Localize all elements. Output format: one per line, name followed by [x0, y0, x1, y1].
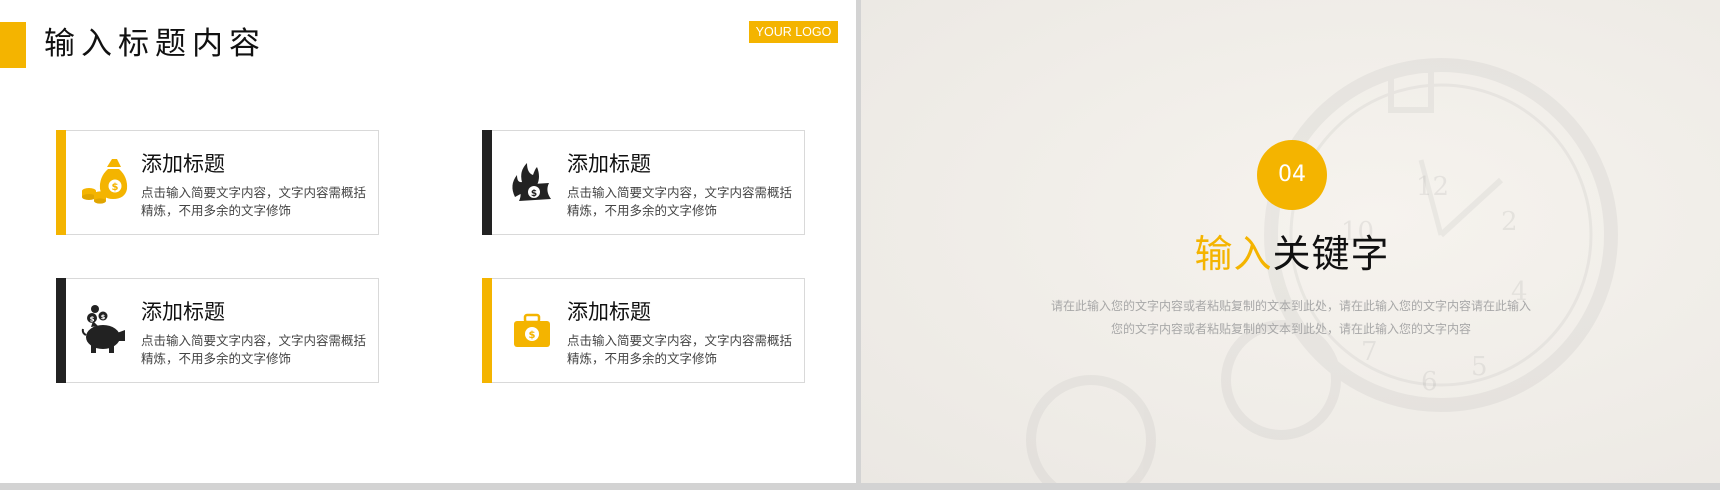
feature-card-4: $ 添加标题 点击输入简要文字内容，文字内容需概括精炼，不用多余的文字修饰	[482, 278, 805, 383]
keyword-heading: 输入关键字	[1146, 228, 1438, 280]
svg-text:12: 12	[1416, 172, 1449, 202]
slide-left: 输入标题内容 YOUR LOGO $ 添加标题 点击输入简要文字内容，文字内容需…	[0, 0, 856, 483]
feature-card-1: $ 添加标题 点击输入简要文字内容，文字内容需概括精炼，不用多余的文字修饰	[56, 130, 379, 235]
svg-text:7: 7	[1361, 337, 1378, 367]
card-description: 点击输入简要文字内容，文字内容需概括精炼，不用多余的文字修饰	[141, 333, 367, 366]
feature-card-3: $ $ 添加标题 点击输入简要文字内容，文字内容需概括精炼，不用多余的文字修饰	[56, 278, 379, 383]
card-title: 添加标题	[567, 300, 651, 324]
card-title: 添加标题	[567, 152, 651, 176]
slide-title: 输入标题内容	[44, 26, 266, 62]
card-accent-strip	[482, 130, 492, 235]
slide-right: 12 2 10 4 6 5 7 04 输入关键字 请在此输入您的文字内容或者粘贴…	[861, 0, 1720, 483]
burning-money-icon: $	[507, 155, 557, 209]
svg-text:6: 6	[1421, 367, 1438, 397]
card-title: 添加标题	[141, 152, 225, 176]
feature-card-2: $ 添加标题 点击输入简要文字内容，文字内容需概括精炼，不用多余的文字修饰	[482, 130, 805, 235]
card-accent-strip	[56, 278, 66, 383]
svg-text:$: $	[531, 189, 537, 199]
card-description: 点击输入简要文字内容，文字内容需概括精炼，不用多余的文字修饰	[567, 185, 793, 218]
svg-text:$: $	[529, 330, 536, 341]
keyword-rest: 关键字	[1272, 232, 1390, 276]
svg-text:2: 2	[1501, 207, 1518, 237]
svg-text:5: 5	[1471, 352, 1488, 382]
card-description: 点击输入简要文字内容，文字内容需概括精炼，不用多余的文字修饰	[141, 185, 367, 218]
card-description: 点击输入简要文字内容，文字内容需概括精炼，不用多余的文字修饰	[567, 333, 793, 366]
keyword-highlight: 输入	[1194, 232, 1273, 276]
section-description: 请在此输入您的文字内容或者粘贴复制的文本到此处，请在此输入您的文字内容请在此输入…	[1051, 299, 1532, 336]
svg-text:$: $	[112, 182, 119, 193]
piggy-bank-icon: $ $	[81, 303, 131, 357]
card-title: 添加标题	[141, 300, 225, 324]
money-bag-icon: $	[81, 155, 131, 209]
card-accent-strip	[482, 278, 492, 383]
card-accent-strip	[56, 130, 66, 235]
svg-text:$: $	[101, 313, 106, 321]
section-number-badge: 04	[1257, 140, 1327, 210]
logo-placeholder: YOUR LOGO	[749, 21, 838, 43]
title-accent-bar	[0, 22, 26, 68]
briefcase-dollar-icon: $	[507, 303, 557, 357]
